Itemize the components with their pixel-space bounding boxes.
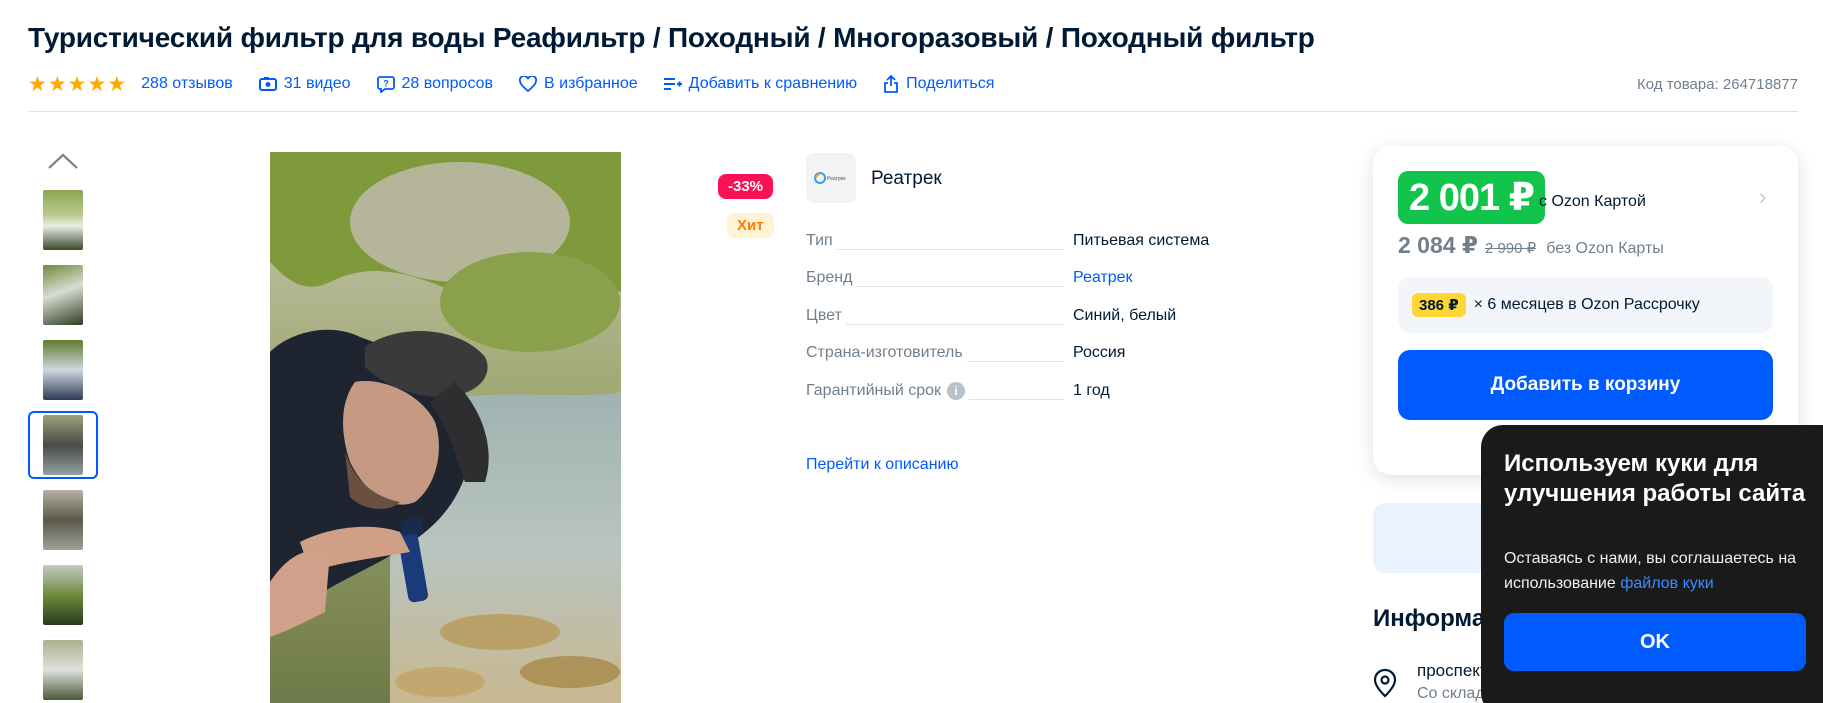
rating-stars[interactable]: ★ ★ ★ ★ ★: [28, 74, 127, 95]
questions-link[interactable]: ? 28 вопросов: [376, 75, 493, 93]
question-bubble-icon: ?: [376, 76, 395, 93]
brand-name-link[interactable]: Реатрек: [871, 168, 942, 190]
gallery-thumbnail[interactable]: [28, 636, 98, 703]
chevron-right-icon[interactable]: ›: [1759, 184, 1766, 210]
installment-amount: 386 ₽: [1412, 293, 1466, 317]
spec-row-color: Цвет Синий, белый: [806, 307, 1226, 329]
spec-row-warranty: Гарантийный срок i 1 год: [806, 382, 1226, 404]
discount-badge: -33%: [718, 174, 774, 199]
cookie-ok-button[interactable]: OK: [1504, 613, 1806, 671]
product-title: Туристический фильтр для воды Реафильтр …: [28, 22, 1315, 53]
reviews-link[interactable]: 288 отзывов: [141, 75, 233, 93]
spec-value: 1 год: [1073, 382, 1110, 399]
star-icon: ★: [107, 72, 127, 96]
price-without-card: 2 084 ₽ 2 990 ₽ без Ozon Карты: [1398, 232, 1664, 259]
brand-logo-text: Реатрек: [827, 176, 846, 182]
gallery-thumbnail[interactable]: [28, 486, 98, 554]
spec-value: Синий, белый: [1073, 307, 1177, 324]
spec-label: Страна-изготовитель: [806, 344, 967, 362]
cookie-title: Используем куки для улучшения работы сай…: [1504, 450, 1806, 507]
gallery-thumbnail[interactable]: [28, 561, 98, 629]
spec-value-brand-link[interactable]: Реатрек: [1073, 269, 1133, 287]
compare-link[interactable]: Добавить к сравнению: [663, 75, 857, 93]
star-icon: ★: [87, 72, 107, 96]
chevron-up-icon: [48, 153, 78, 169]
spec-label-text: Гарантийный срок: [806, 382, 942, 399]
installment-label: × 6 месяцев в Ozon Рассрочку: [1473, 296, 1700, 313]
spec-value: Питьевая система: [1073, 232, 1210, 249]
spec-label: Цвет: [806, 307, 846, 325]
spec-row-brand: Бренд Реатрек: [806, 269, 1226, 291]
spec-value: Россия: [1073, 344, 1126, 361]
brand-logo[interactable]: Реатрек: [806, 153, 856, 203]
spec-label-with-info: Гарантийный срок i: [806, 382, 970, 400]
share-link[interactable]: Поделиться: [883, 75, 994, 93]
star-icon: ★: [47, 72, 67, 96]
hit-badge: Хит: [727, 213, 774, 238]
photo-man-drinking-from-stream: [270, 152, 621, 703]
spec-row-type: Тип Питьевая система: [806, 232, 1226, 254]
go-to-description-link[interactable]: Перейти к описанию: [806, 456, 958, 474]
video-camera-icon: [258, 77, 277, 91]
product-meta-row: ★ ★ ★ ★ ★ 288 отзывов 31 видео ? 28 вопр…: [28, 72, 1798, 96]
add-to-cart-button[interactable]: Добавить в корзину: [1398, 350, 1773, 420]
star-icon: ★: [28, 72, 47, 96]
cookie-banner: Используем куки для улучшения работы сай…: [1481, 425, 1823, 703]
price-without-card-value: 2 084 ₽: [1398, 232, 1478, 258]
old-price: 2 990 ₽: [1484, 240, 1537, 257]
favorite-link[interactable]: В избранное: [519, 75, 638, 93]
header-divider: [28, 111, 1798, 112]
videos-link[interactable]: 31 видео: [258, 75, 351, 93]
spec-dotted-line: [806, 249, 1064, 250]
location-pin-icon: [1373, 668, 1397, 698]
price-without-card-label: без Ozon Карты: [1546, 240, 1664, 257]
star-icon: ★: [67, 72, 87, 96]
svg-text:?: ?: [383, 79, 389, 89]
spec-label: Тип: [806, 232, 837, 250]
gallery-thumbnail[interactable]: [28, 336, 98, 404]
product-sku: Код товара: 264718877: [1637, 75, 1798, 93]
gallery-thumbnail[interactable]: [28, 411, 98, 479]
cookie-text: Оставаясь с нами, вы соглашаетесь на исп…: [1504, 546, 1814, 596]
brand-logo-mark: Реатрек: [814, 172, 846, 184]
info-icon[interactable]: i: [947, 382, 966, 400]
spec-row-country: Страна-изготовитель Россия: [806, 344, 1226, 366]
price-with-card-label: с Ozon Картой: [1539, 193, 1646, 210]
spec-label: Бренд: [806, 269, 857, 287]
compare-list-icon: [663, 78, 682, 90]
installment-offer[interactable]: 386 ₽ × 6 месяцев в Ozon Рассрочку: [1398, 277, 1773, 333]
price-with-card: 2 001 ₽: [1398, 171, 1546, 224]
share-icon: [884, 75, 898, 93]
gallery-thumbnail[interactable]: [28, 261, 98, 329]
main-product-photo[interactable]: [270, 152, 621, 703]
gallery-thumbnail[interactable]: [28, 186, 98, 254]
gallery-up-button[interactable]: [46, 150, 80, 172]
heart-icon: [519, 76, 538, 92]
cookie-policy-link[interactable]: файлов куки: [1620, 575, 1713, 592]
